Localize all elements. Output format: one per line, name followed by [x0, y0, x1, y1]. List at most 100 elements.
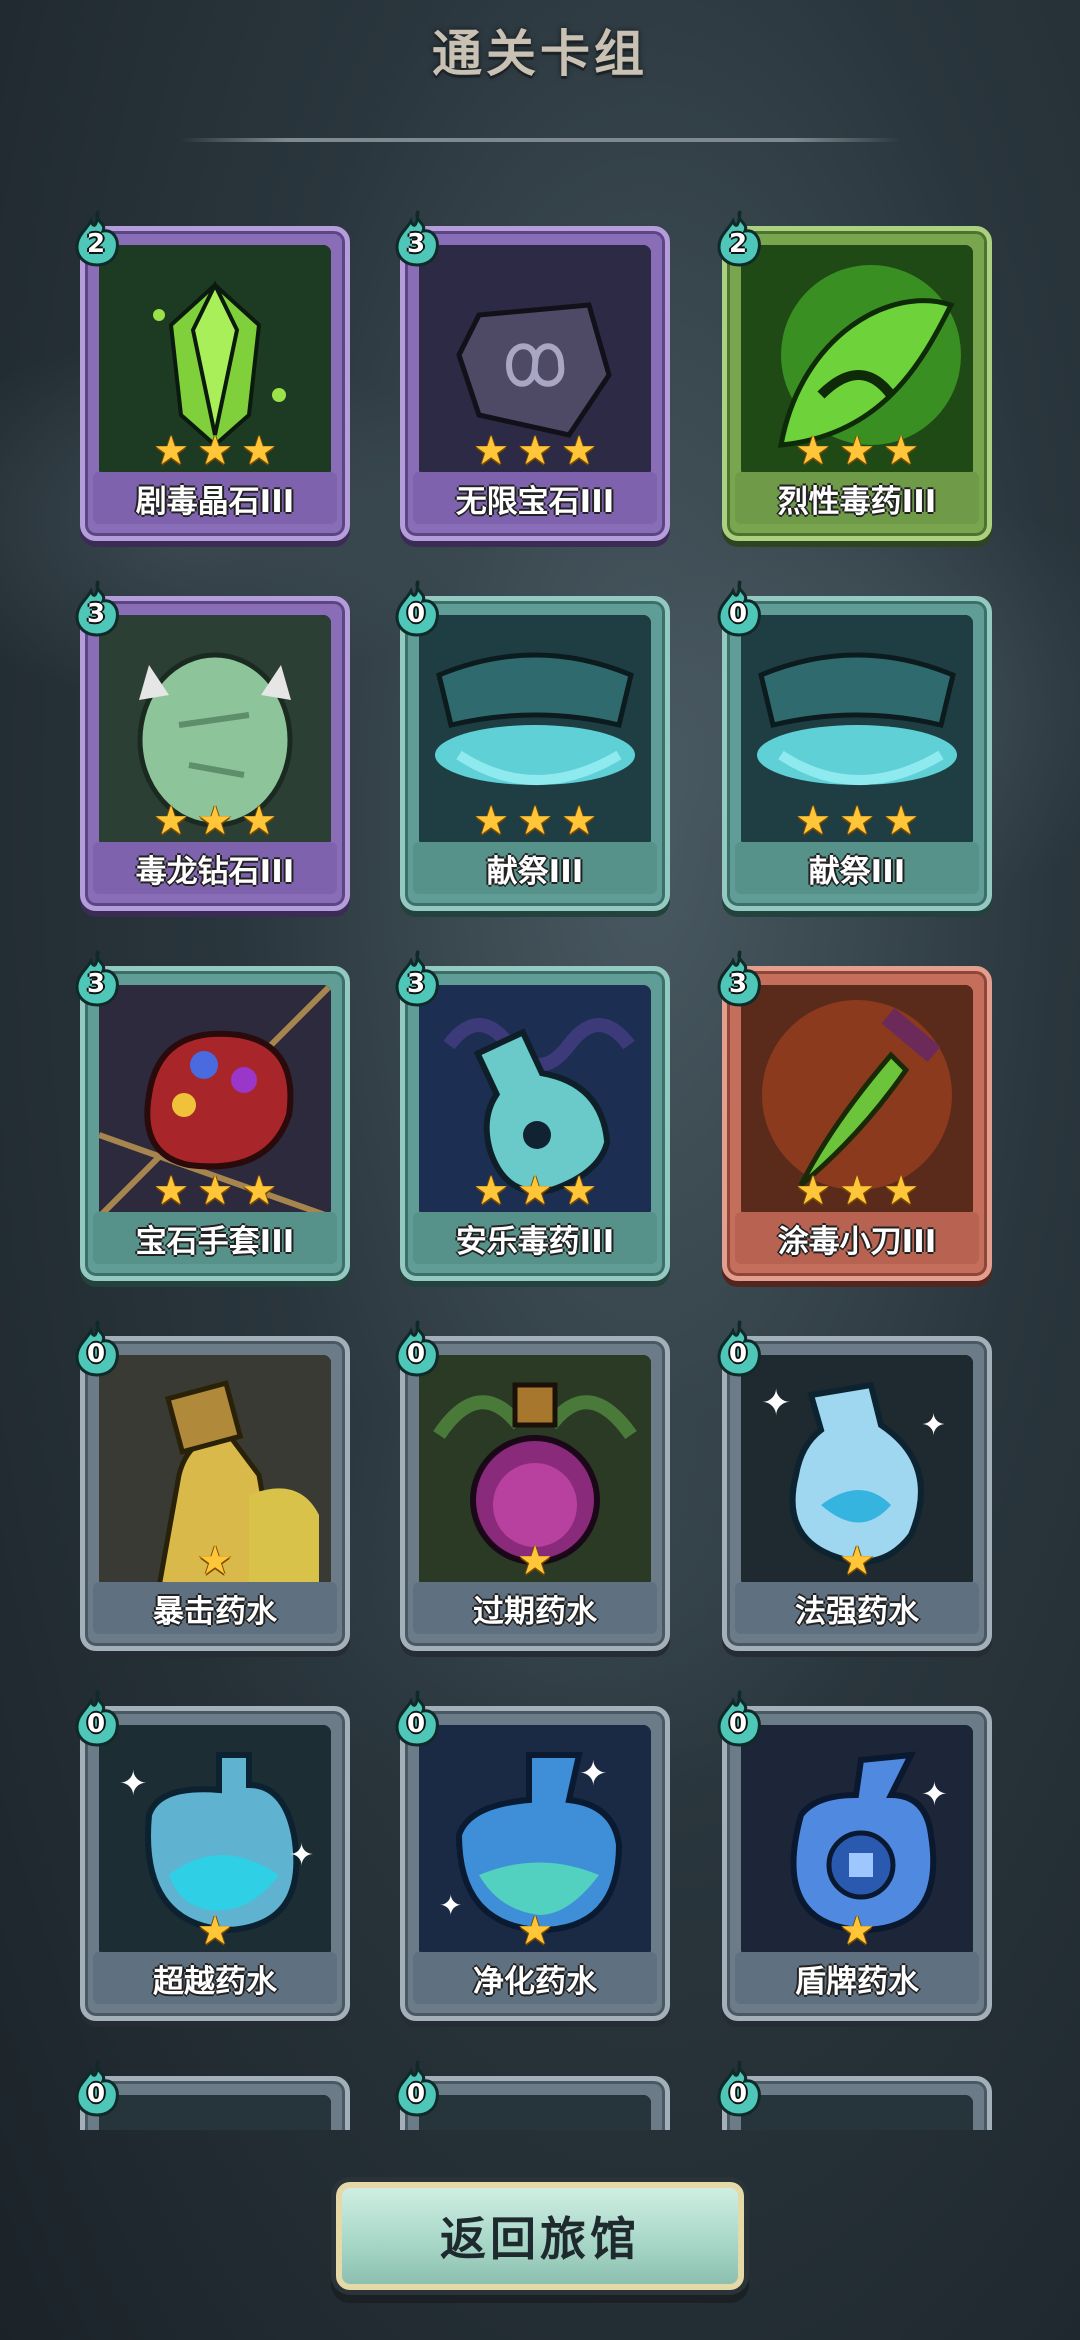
card-item[interactable]: ★ ★ ★ 宝石手套III 3: [75, 950, 350, 1281]
svg-text:✦: ✦: [289, 1838, 314, 1873]
mana-cost-badge: 2: [715, 209, 765, 267]
star-rating: ★ ★ ★: [727, 1171, 987, 1215]
star-icon: ★: [561, 1168, 597, 1214]
star-icon: ★: [883, 1168, 919, 1214]
card-item[interactable]: ★ ★ ★ 献祭III 0: [717, 580, 992, 911]
star-icon: ★: [197, 1908, 233, 1954]
card-item[interactable]: ★ ★ ★ 献祭III 0: [395, 580, 670, 911]
mana-cost-badge: 0: [73, 1689, 123, 1747]
star-icon: ★: [197, 798, 233, 844]
star-icon: ★: [241, 428, 277, 474]
card-item[interactable]: 0: [75, 2060, 350, 2130]
star-icon: ★: [473, 798, 509, 844]
star-icon: ★: [839, 428, 875, 474]
mana-cost-badge: 0: [715, 1689, 765, 1747]
card-name: 安乐毒药III: [413, 1212, 657, 1264]
mana-cost-badge: 0: [715, 2059, 765, 2117]
svg-text:✦: ✦: [579, 1754, 608, 1794]
card-art-icon: [741, 2095, 973, 2130]
card-item[interactable]: ★ ★ ★ 烈性毒药III 2: [717, 210, 992, 541]
mana-cost-badge: 0: [393, 1689, 443, 1747]
star-icon: ★: [839, 1538, 875, 1584]
card-name: 剧毒晶石III: [93, 472, 337, 524]
card-item[interactable]: ★ ★ ★ 剧毒晶石III 2: [75, 210, 350, 541]
card-item[interactable]: ★ 过期药水 0: [395, 1320, 670, 1651]
star-icon: ★: [795, 428, 831, 474]
mana-cost-badge: 3: [73, 949, 123, 1007]
star-icon: ★: [839, 1908, 875, 1954]
star-icon: ★: [795, 1168, 831, 1214]
card-grid[interactable]: ★ ★ ★ 剧毒晶石III 2 ★ ★ ★ 无限宝石III 3 ★ ★ ★ 烈性毒药III 2 ★ ★ ★ 毒龙钻石…: [0, 200, 1080, 2130]
card-name: 无限宝石III: [413, 472, 657, 524]
card-name: 过期药水: [413, 1582, 657, 1634]
mana-cost-value: 3: [86, 599, 106, 629]
mana-cost-badge: 3: [73, 579, 123, 637]
star-rating: ★: [727, 1541, 987, 1585]
card-name: 法强药水: [735, 1582, 979, 1634]
card-name: 毒龙钻石III: [93, 842, 337, 894]
star-icon: ★: [883, 428, 919, 474]
mana-cost-value: 3: [406, 969, 426, 999]
mana-cost-value: 0: [406, 2079, 426, 2109]
star-icon: ★: [839, 1168, 875, 1214]
card-item[interactable]: ✦ ★ 盾牌药水 0: [717, 1690, 992, 2021]
star-rating: ★ ★ ★: [405, 1171, 665, 1215]
star-icon: ★: [883, 798, 919, 844]
card-item[interactable]: ✦ ✦ ★ 法强药水 0: [717, 1320, 992, 1651]
card-art-icon: [419, 2095, 651, 2130]
mana-cost-badge: 2: [73, 209, 123, 267]
star-icon: ★: [517, 1168, 553, 1214]
star-icon: ★: [473, 1168, 509, 1214]
mana-cost-value: 3: [728, 969, 748, 999]
star-icon: ★: [153, 798, 189, 844]
mana-cost-value: 0: [728, 599, 748, 629]
star-icon: ★: [197, 1168, 233, 1214]
star-rating: ★: [405, 1911, 665, 1955]
card-item[interactable]: ★ ★ ★ 涂毒小刀III 3: [717, 950, 992, 1281]
mana-cost-value: 0: [406, 599, 426, 629]
mana-cost-value: 0: [728, 1709, 748, 1739]
star-rating: ★ ★ ★: [405, 431, 665, 475]
mana-cost-badge: 3: [393, 209, 443, 267]
star-rating: ★ ★ ★: [85, 801, 345, 845]
star-rating: ★: [85, 1911, 345, 1955]
card-item[interactable]: ★ ★ ★ 毒龙钻石III 3: [75, 580, 350, 911]
star-rating: ★ ★ ★: [85, 1171, 345, 1215]
mana-cost-badge: 0: [393, 2059, 443, 2117]
card-name: 净化药水: [413, 1952, 657, 2004]
star-icon: ★: [517, 428, 553, 474]
mana-cost-value: 3: [406, 229, 426, 259]
card-item[interactable]: ✦ ✦ ★ 净化药水 0: [395, 1690, 670, 2021]
card-item[interactable]: ★ ★ ★ 安乐毒药III 3: [395, 950, 670, 1281]
mana-cost-badge: 0: [393, 579, 443, 637]
star-rating: ★ ★ ★: [727, 431, 987, 475]
svg-text:✦: ✦: [921, 1408, 946, 1443]
card-name: 超越药水: [93, 1952, 337, 2004]
svg-text:✦: ✦: [761, 1383, 791, 1424]
return-to-tavern-button[interactable]: 返回旅馆: [336, 2182, 744, 2290]
star-icon: ★: [197, 1538, 233, 1584]
mana-cost-badge: 3: [715, 949, 765, 1007]
card-item[interactable]: ★ 暴击药水 0: [75, 1320, 350, 1651]
mana-cost-badge: 3: [393, 949, 443, 1007]
mana-cost-value: 0: [86, 2079, 106, 2109]
star-rating: ★ ★ ★: [727, 801, 987, 845]
card-name: 涂毒小刀III: [735, 1212, 979, 1264]
star-rating: ★ ★ ★: [85, 431, 345, 475]
card-name: 暴击药水: [93, 1582, 337, 1634]
card-item[interactable]: ✦ ✦ ★ 超越药水 0: [75, 1690, 350, 2021]
mana-cost-badge: 0: [73, 1319, 123, 1377]
card-item[interactable]: 0: [395, 2060, 670, 2130]
star-rating: ★: [85, 1541, 345, 1585]
card-item[interactable]: 0: [717, 2060, 992, 2130]
mana-cost-value: 0: [406, 1339, 426, 1369]
mana-cost-value: 0: [728, 2079, 748, 2109]
star-icon: ★: [839, 798, 875, 844]
star-icon: ★: [241, 1168, 277, 1214]
star-icon: ★: [153, 1168, 189, 1214]
mana-cost-value: 0: [86, 1709, 106, 1739]
card-art-icon: [99, 2095, 331, 2130]
card-item[interactable]: ★ ★ ★ 无限宝石III 3: [395, 210, 670, 541]
mana-cost-value: 3: [86, 969, 106, 999]
title-divider: [180, 138, 900, 142]
